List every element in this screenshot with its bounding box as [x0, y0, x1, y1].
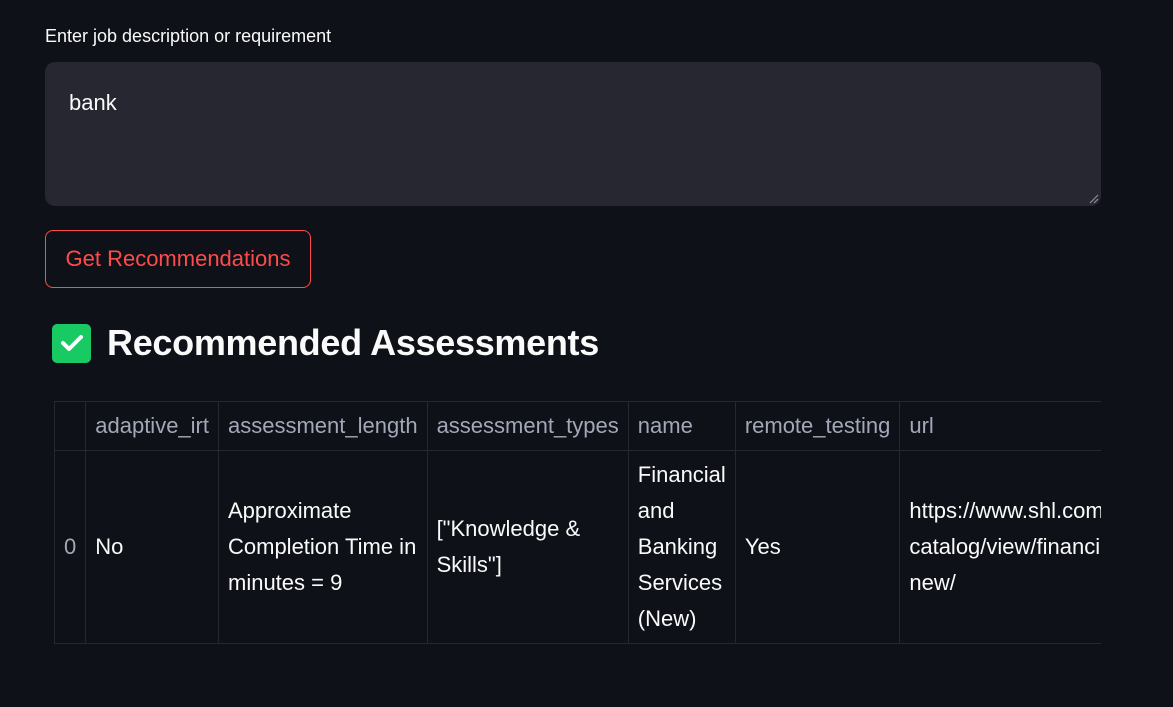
- job-description-label: Enter job description or requirement: [45, 26, 332, 46]
- table-header-row: adaptive_irt assessment_length assessmen…: [54, 401, 1101, 451]
- table-row: 0 No Approximate Completion Time in minu…: [54, 450, 1101, 644]
- cell-assessment-types[interactable]: ["Knowledge & Skills"]: [426, 450, 629, 644]
- cell-name[interactable]: Financial and Banking Services (New): [627, 450, 736, 644]
- job-description-input[interactable]: [45, 62, 1101, 206]
- row-index: 0: [54, 450, 87, 644]
- column-header-assessment-types[interactable]: assessment_types: [426, 401, 629, 451]
- cell-url[interactable]: https://www.shl.com/solutions/products/p…: [899, 450, 1101, 644]
- url-line: catalog/view/financial-and-banking-servi…: [909, 534, 1101, 559]
- results-heading: Recommended Assessments: [52, 322, 599, 364]
- results-table[interactable]: adaptive_irt assessment_length assessmen…: [54, 401, 1101, 644]
- url-line: https://www.shl.com/solutions/products/p…: [909, 498, 1101, 523]
- cell-remote-testing[interactable]: Yes: [734, 450, 901, 644]
- app-main: Enter job description or requirement Get…: [0, 0, 1173, 707]
- column-header-adaptive-irt[interactable]: adaptive_irt: [85, 401, 219, 451]
- page-title: Recommended Assessments: [107, 322, 599, 363]
- check-mark-icon: [52, 323, 91, 363]
- column-header-remote-testing[interactable]: remote_testing: [734, 401, 901, 451]
- column-header-url[interactable]: url: [899, 401, 1101, 451]
- cell-adaptive-irt[interactable]: No: [85, 450, 219, 644]
- column-header-assessment-length[interactable]: assessment_length: [218, 401, 428, 451]
- url-line: new/: [909, 570, 956, 595]
- get-recommendations-button[interactable]: Get Recommendations: [45, 230, 311, 288]
- column-header-index[interactable]: [54, 401, 87, 451]
- column-header-name[interactable]: name: [627, 401, 736, 451]
- resize-handle-icon[interactable]: [1087, 192, 1099, 204]
- cell-assessment-length[interactable]: Approximate Completion Time in minutes =…: [218, 450, 428, 644]
